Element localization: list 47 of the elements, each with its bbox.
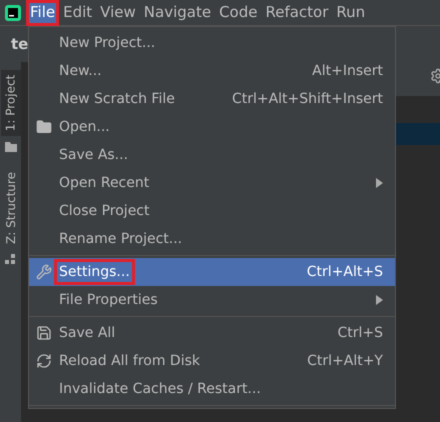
folder-icon — [36, 119, 52, 135]
menu-item-label: Close Project — [58, 202, 150, 221]
menu-item[interactable]: Close Project — [29, 197, 395, 225]
menu-item-label: Open... — [58, 118, 111, 137]
menu-item-label: File Properties — [58, 291, 159, 310]
menu-item-label: New Project... — [58, 34, 156, 53]
menu-item-label: New Scratch File — [58, 90, 176, 109]
menu-item[interactable]: Save As... — [29, 141, 395, 169]
menu-bar-item[interactable]: Run — [332, 0, 370, 26]
menu-item-label: Open Recent — [58, 174, 150, 193]
menu-item-label: Settings... — [54, 259, 135, 285]
menu-bar-item[interactable]: Code — [215, 0, 262, 26]
menu-item[interactable]: New... Alt+Insert — [29, 57, 395, 85]
menu-item-label: Invalidate Caches / Restart... — [58, 380, 262, 399]
menu-item-label: Reload All from Disk — [58, 352, 201, 371]
refresh-icon — [36, 353, 52, 369]
menu-item[interactable]: Invalidate Caches / Restart... — [29, 375, 395, 403]
menu-item[interactable]: Open... — [29, 113, 395, 141]
shortcut-label: Ctrl+S — [337, 324, 383, 342]
app-logo-icon — [5, 4, 21, 20]
menu-bar-item[interactable]: View — [96, 0, 140, 26]
menu-bar-item[interactable]: File — [26, 0, 60, 26]
menu-item[interactable]: New Scratch File Ctrl+Alt+Shift+Insert — [29, 85, 395, 113]
menu-bar-item[interactable]: Edit — [59, 0, 96, 26]
folder-icon — [4, 142, 16, 152]
menu-bar-item[interactable]: Navigate — [140, 0, 216, 26]
menu-item[interactable]: Settings... Ctrl+Alt+S — [29, 258, 395, 286]
wrench-icon — [36, 264, 52, 280]
menu-item-label: Save As... — [58, 146, 130, 165]
menu-item-label: Save All — [58, 324, 116, 343]
shortcut-label: Ctrl+Alt+Shift+Insert — [232, 90, 383, 108]
menu-item[interactable]: New Project... — [29, 29, 395, 57]
menu-item[interactable]: Open Recent — [29, 169, 395, 197]
tool-window-tab[interactable]: 1: Project — [0, 70, 20, 136]
menu-bar-item[interactable]: Refactor — [261, 0, 332, 26]
tool-window-tab[interactable]: Z: Structure — [0, 170, 20, 246]
menu-item[interactable]: Save All Ctrl+S — [29, 319, 395, 347]
menu-item-label: Rename Project... — [58, 230, 184, 249]
shortcut-label: Ctrl+Alt+S — [306, 262, 383, 282]
structure-icon — [5, 254, 16, 265]
menu-item[interactable]: Rename Project... — [29, 225, 395, 253]
selected-row-highlight — [396, 123, 440, 145]
menu-item-label: New... — [58, 62, 103, 81]
shortcut-label: Ctrl+Alt+Y — [307, 352, 383, 370]
menu-item[interactable]: File Properties — [29, 286, 395, 314]
menu-item[interactable]: Reload All from Disk Ctrl+Alt+Y — [29, 347, 395, 375]
shortcut-label: Alt+Insert — [312, 62, 383, 80]
